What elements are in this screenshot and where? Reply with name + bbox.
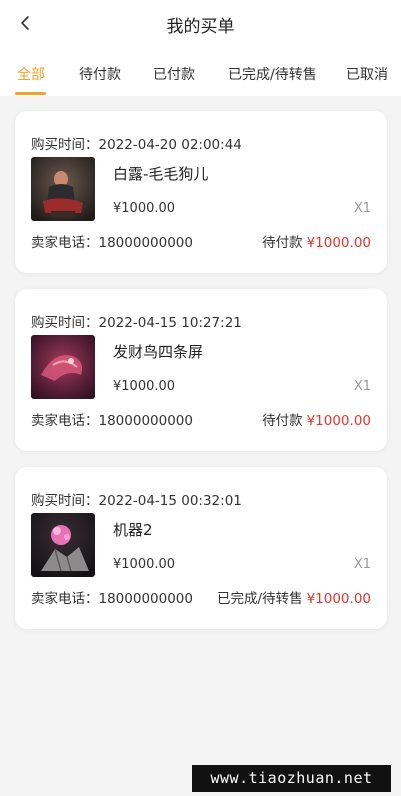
tab-completed-resale[interactable]: 已完成/待转售 [228,64,317,84]
product-name: 发财鸟四条屏 [113,343,204,361]
page-title: 我的买单 [166,17,235,37]
order-card[interactable]: 购买时间：2022-04-15 00:32:01 机器2 ¥1000.00 X1… [15,467,387,629]
product-image[interactable] [31,513,95,577]
product-quantity: X1 [353,201,371,216]
tab-cancelled[interactable]: 已取消 [346,64,388,84]
tab-paid[interactable]: 已付款 [153,64,195,84]
purchase-time: 购买时间：2022-04-20 02:00:44 [31,137,242,153]
product-image[interactable] [31,335,95,399]
order-total: ¥1000.00 [306,235,371,251]
product-name: 机器2 [113,521,153,539]
product-quantity: X1 [353,379,371,394]
header: 我的买单 [0,0,401,46]
product-image[interactable] [31,157,95,221]
order-card[interactable]: 购买时间：2022-04-15 10:27:21 发财鸟四条屏 ¥1000.00… [15,289,387,451]
product-price: ¥1000.00 [113,379,176,394]
watermark: www.tiaozhuan.net [192,765,391,792]
order-status-total: 待付款 ¥1000.00 [262,409,371,429]
order-status: 已完成/待转售 [217,591,303,607]
seller-phone: 卖家电话：18000000000 [31,591,193,607]
order-card[interactable]: 购买时间：2022-04-20 02:00:44 白露-毛毛狗儿 ¥1000.0… [15,111,387,273]
seller-phone: 卖家电话：18000000000 [31,413,193,429]
purchase-time: 购买时间：2022-04-15 10:27:21 [31,315,242,331]
order-status-total: 待付款 ¥1000.00 [262,231,371,251]
product-quantity: X1 [353,557,371,572]
order-status-total: 已完成/待转售 ¥1000.00 [217,587,371,607]
tab-pending-payment[interactable]: 待付款 [79,64,121,84]
order-status: 待付款 [262,413,303,429]
product-price: ¥1000.00 [113,557,176,572]
order-total: ¥1000.00 [306,591,371,607]
order-status: 待付款 [262,235,303,251]
seller-phone: 卖家电话：18000000000 [31,235,193,251]
tab-all[interactable]: 全部 [17,64,45,84]
tab-bar: 全部 待付款 已付款 已完成/待转售 已取消 [0,46,401,96]
product-price: ¥1000.00 [113,201,176,216]
order-total: ¥1000.00 [306,413,371,429]
purchase-time: 购买时间：2022-04-15 00:32:01 [31,493,242,509]
product-name: 白露-毛毛狗儿 [113,165,209,183]
active-tab-indicator [15,92,46,95]
